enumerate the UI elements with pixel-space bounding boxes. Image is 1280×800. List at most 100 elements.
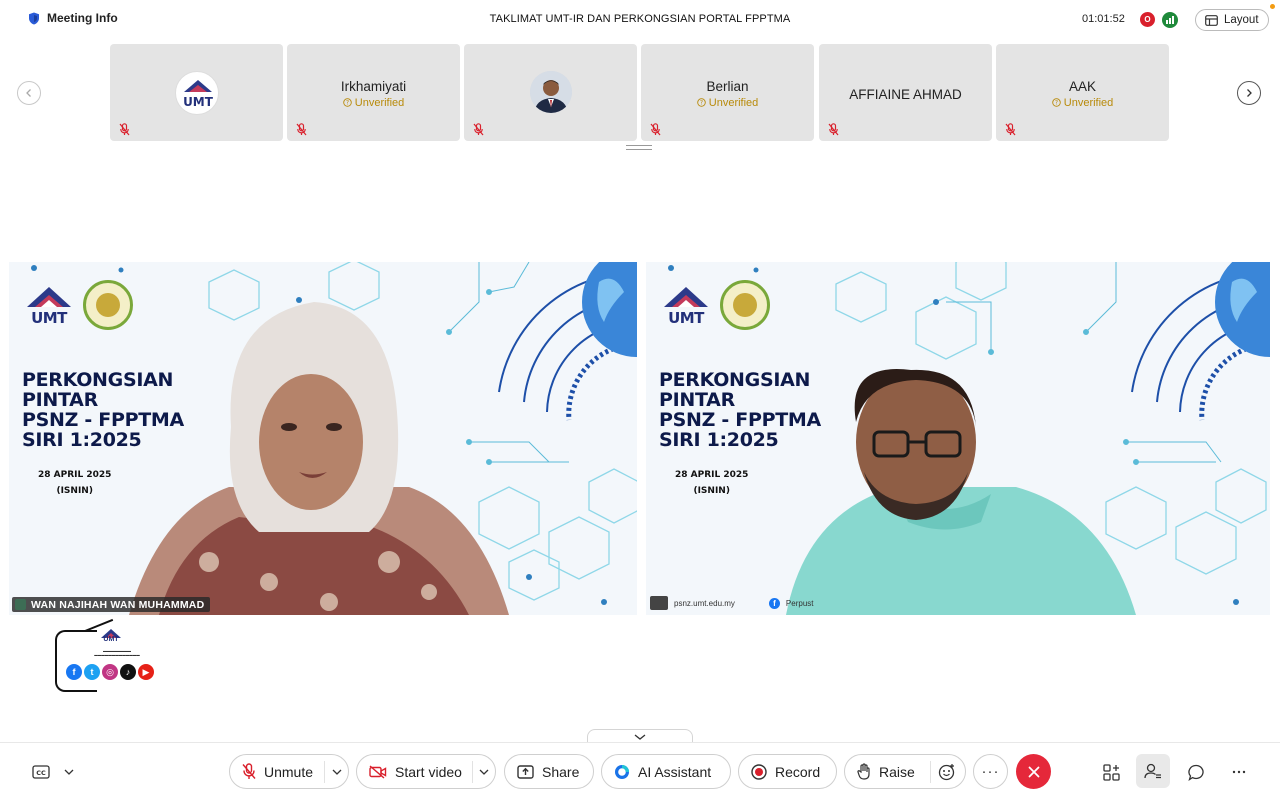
apps-button[interactable] xyxy=(1099,760,1123,784)
umt-logo-avatar: UMT xyxy=(175,71,219,115)
slide-title: PERKONGSIAN PINTAR PSNZ - FPPTMA SIRI 1:… xyxy=(22,369,184,451)
speaker-name-tag: WAN NAJIHAH WAN MUHAMMAD xyxy=(12,597,211,612)
participant-tile-3[interactable] xyxy=(464,44,637,141)
tiktok-icon: ♪ xyxy=(120,664,136,680)
top-bar: Meeting Info TAKLIMAT UMT-IR DAN PERKONG… xyxy=(0,0,1280,40)
panel-fine-print: ▬▬▬▬▬▬▬▬ ▬▬▬▬▬▬▬▬▬▬▬▬▬ xyxy=(94,649,140,657)
ai-assistant-icon xyxy=(614,764,630,780)
collapse-toolbar-button[interactable] xyxy=(587,729,693,743)
chevron-down-icon xyxy=(634,733,646,740)
svg-text:UMT: UMT xyxy=(183,95,214,109)
svg-text:?: ? xyxy=(1055,100,1058,107)
participant-name: AAK xyxy=(1068,79,1096,94)
chevron-down-icon[interactable] xyxy=(479,765,489,781)
participants-button[interactable] xyxy=(1136,754,1170,788)
unverified-badge: ? Unverified xyxy=(996,97,1169,109)
chevron-right-icon xyxy=(1247,89,1252,97)
recording-indicator: O xyxy=(1140,12,1155,27)
panel-frame xyxy=(55,630,97,692)
umt-logo: UMT xyxy=(658,281,714,327)
slide-footer: psnz.umt.edu.my f Perpust xyxy=(650,596,814,610)
video-off-icon xyxy=(369,764,387,779)
mic-muted-icon xyxy=(1005,123,1016,141)
unverified-badge: ? Unverified xyxy=(287,97,460,109)
raise-hand-button[interactable]: Raise xyxy=(844,754,966,789)
notification-dot xyxy=(1270,4,1275,9)
umt-logo: UMT xyxy=(21,281,77,327)
mic-muted-icon xyxy=(650,123,661,141)
layout-button[interactable]: Layout xyxy=(1195,9,1269,31)
svg-text:?: ? xyxy=(700,100,703,107)
faculty-seal-logo xyxy=(720,280,770,330)
participant-tile-6[interactable]: AAK ? Unverified xyxy=(996,44,1169,141)
share-button[interactable]: Share xyxy=(504,754,594,789)
mic-muted-icon xyxy=(828,123,839,141)
svg-text:CC: CC xyxy=(36,769,46,777)
mic-muted-icon xyxy=(473,123,484,141)
faculty-seal-logo xyxy=(83,280,133,330)
network-signal-icon[interactable] xyxy=(1162,12,1178,28)
share-icon xyxy=(517,764,534,779)
facebook-icon: f xyxy=(768,597,780,609)
end-call-button[interactable] xyxy=(1016,754,1051,789)
mic-muted-icon xyxy=(296,123,307,141)
participant-name: Berlian xyxy=(706,79,749,94)
participant-tile-4[interactable]: Berlian ? Unverified xyxy=(641,44,814,141)
more-icon: ··· xyxy=(981,763,1000,780)
video-tile-speaker-2[interactable]: UMT PERKONGSIAN PINTAR PSNZ - FPPTMA SIR… xyxy=(646,262,1270,615)
unmute-button[interactable]: Unmute xyxy=(229,754,349,789)
chevron-down-icon[interactable] xyxy=(332,765,342,781)
strip-resize-handle[interactable] xyxy=(626,145,652,150)
more-icon xyxy=(1232,770,1246,774)
mic-muted-icon xyxy=(650,596,668,610)
question-circle-icon: ? xyxy=(342,98,352,107)
captions-options-button[interactable] xyxy=(57,760,81,784)
video-tile-speaker-1[interactable]: UMT PERKONGSIAN PINTAR PSNZ - FPPTMA SIR… xyxy=(9,262,637,615)
slide-date: 28 APRIL 2025 (ISNIN) xyxy=(38,470,112,496)
unverified-badge: ? Unverified xyxy=(641,97,814,109)
umt-logo: UMT xyxy=(99,626,123,646)
question-circle-icon: ? xyxy=(696,98,706,107)
close-icon xyxy=(1028,766,1039,777)
slide-title: PERKONGSIAN PINTAR PSNZ - FPPTMA SIRI 1:… xyxy=(659,369,821,451)
strip-next-button[interactable] xyxy=(1237,81,1261,105)
svg-text:?: ? xyxy=(346,100,349,107)
ai-assistant-button[interactable]: AI Assistant xyxy=(601,754,731,789)
social-icons: f t ◎ ♪ ▶ xyxy=(66,664,154,680)
participants-icon xyxy=(1144,763,1161,778)
twitter-icon: t xyxy=(84,664,100,680)
participant-tile-2[interactable]: Irkhamiyati ? Unverified xyxy=(287,44,460,141)
raise-hand-icon xyxy=(857,763,871,780)
more-options-button[interactable]: ··· xyxy=(973,754,1008,789)
captions-icon: CC xyxy=(32,765,50,779)
mic-active-icon xyxy=(15,599,26,610)
layout-icon xyxy=(1205,14,1218,26)
chat-icon xyxy=(1187,764,1204,781)
apps-icon xyxy=(1102,763,1120,781)
chevron-left-icon xyxy=(26,89,31,97)
record-icon xyxy=(751,763,767,780)
facebook-icon: f xyxy=(66,664,82,680)
strip-prev-button[interactable] xyxy=(17,81,41,105)
elapsed-timer: 01:01:52 xyxy=(1082,13,1125,25)
participant-tile-5[interactable]: AFFIAINE AHMAD xyxy=(819,44,992,141)
youtube-icon: ▶ xyxy=(138,664,154,680)
participant-name: Irkhamiyati xyxy=(340,79,407,94)
mic-muted-icon xyxy=(119,123,130,141)
question-circle-icon: ? xyxy=(1051,98,1061,107)
floating-logo-panel: UMT ▬▬▬▬▬▬▬▬ ▬▬▬▬▬▬▬▬▬▬▬▬▬ f t ◎ ♪ ▶ xyxy=(55,618,159,692)
slide-date: 28 APRIL 2025 (ISNIN) xyxy=(675,470,749,496)
mic-muted-icon xyxy=(242,763,256,780)
meeting-window: Meeting Info TAKLIMAT UMT-IR DAN PERKONG… xyxy=(0,0,1280,800)
photo-avatar xyxy=(530,71,572,113)
captions-button[interactable]: CC xyxy=(29,760,53,784)
start-video-button[interactable]: Start video xyxy=(356,754,496,789)
overflow-menu-button[interactable] xyxy=(1227,760,1251,784)
instagram-icon: ◎ xyxy=(102,664,118,680)
chevron-down-icon xyxy=(64,769,74,775)
reaction-icon[interactable] xyxy=(938,763,956,784)
record-button[interactable]: Record xyxy=(738,754,837,789)
layout-label: Layout xyxy=(1224,14,1259,26)
chat-button[interactable] xyxy=(1184,760,1208,784)
participant-tile-1[interactable]: UMT xyxy=(110,44,283,141)
